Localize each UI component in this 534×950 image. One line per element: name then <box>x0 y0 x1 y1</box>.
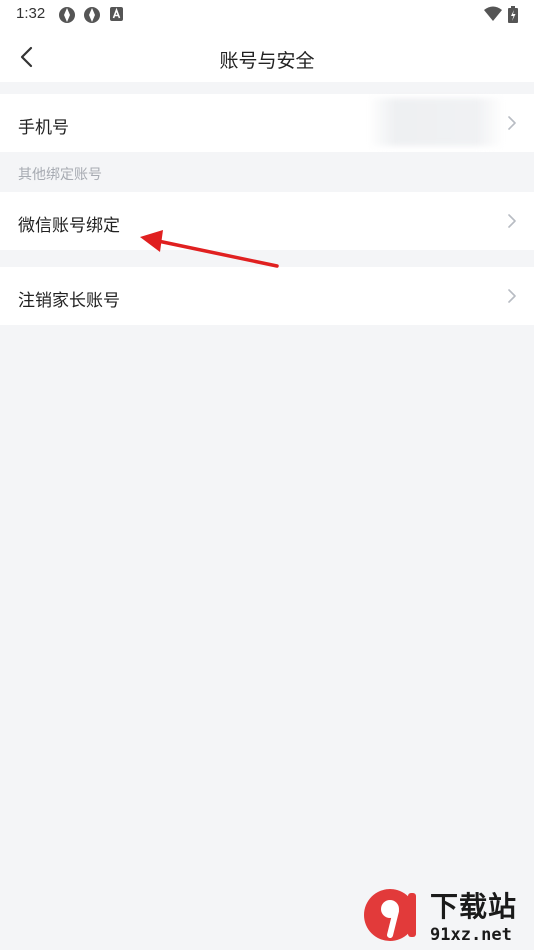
wifi-icon <box>484 6 502 21</box>
status-time: 1:32 <box>16 5 46 22</box>
watermark-url: 91xz.net <box>430 925 512 945</box>
page-title: 账号与安全 <box>219 50 315 72</box>
cancel-account-label: 注销家长账号 <box>18 291 120 311</box>
app-header: 账号与安全 <box>0 30 534 82</box>
a-badge-icon <box>110 7 123 21</box>
phone-label: 手机号 <box>18 118 69 138</box>
wechat-binding-label: 微信账号绑定 <box>18 216 120 236</box>
chevron-right-icon <box>508 116 516 130</box>
phone-value-redacted <box>368 98 504 146</box>
watermark-brand: 下载站 <box>430 890 518 923</box>
wechat-binding-row[interactable]: 微信账号绑定 <box>0 192 534 250</box>
battery-charging-icon <box>508 6 518 23</box>
chevron-right-icon <box>508 214 516 228</box>
watermark-logo-icon <box>364 889 416 941</box>
phone-row[interactable]: 手机号 <box>0 94 534 152</box>
cancel-account-row[interactable]: 注销家长账号 <box>0 267 534 325</box>
section-header-other-bindings: 其他绑定账号 <box>18 167 102 183</box>
status-bar: 1:32 <box>0 0 534 30</box>
watermark: 下载站 91xz.net <box>360 885 530 947</box>
app-notification-icon <box>59 7 75 23</box>
app-notification-icon <box>84 7 100 23</box>
chevron-right-icon <box>508 289 516 303</box>
